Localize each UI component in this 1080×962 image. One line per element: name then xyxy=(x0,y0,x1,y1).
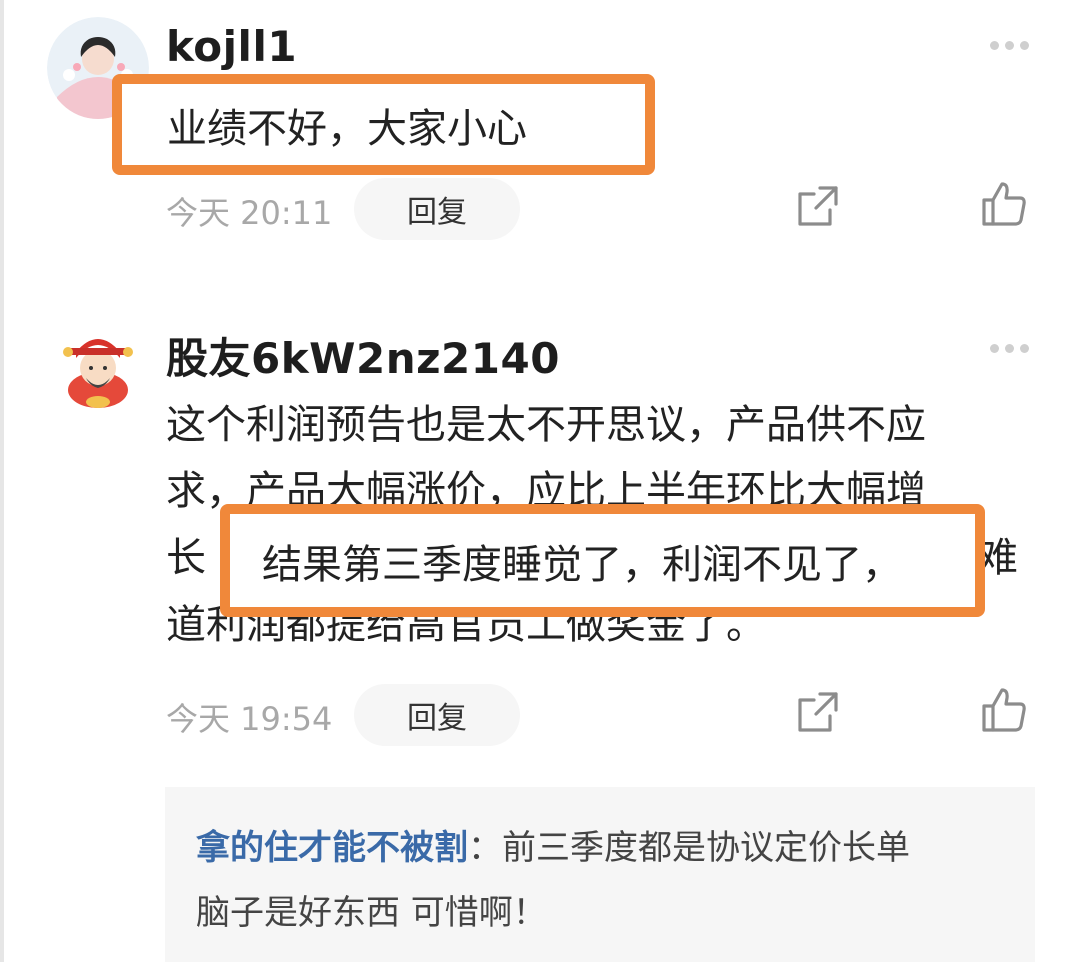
like-icon[interactable] xyxy=(980,686,1028,734)
comment-text: 业绩不好，大家小心 xyxy=(167,105,527,152)
sub-reply-separator: ： xyxy=(468,828,502,868)
comment-time: 今天 20:11 xyxy=(166,194,333,232)
more-icon[interactable] xyxy=(990,41,1029,50)
sub-reply-author[interactable]: 拿的住才能不被割 xyxy=(196,828,468,868)
sub-reply-text: 前三季度都是协议定价长单 xyxy=(502,828,910,868)
more-icon[interactable] xyxy=(990,344,1029,353)
share-icon[interactable] xyxy=(796,690,840,734)
comment-text-fragment: 长 xyxy=(166,535,206,581)
share-icon[interactable] xyxy=(796,184,840,228)
comment-text-line: 长 xyxy=(166,533,206,583)
comment-username[interactable]: 股友6kW2nz2140 xyxy=(166,325,560,386)
comment-text-highlight: 结果第三季度睡觉了，利润不见了， xyxy=(262,541,902,588)
left-edge-divider xyxy=(0,0,4,962)
sub-reply-panel[interactable] xyxy=(165,787,1035,962)
sub-reply-line: 脑子是好东西 可惜啊！ xyxy=(196,893,547,933)
sub-reply-line: 拿的住才能不被割：前三季度都是协议定价长单 xyxy=(196,820,910,869)
highlight-box: 业绩不好，大家小心 xyxy=(112,74,655,175)
reply-button[interactable]: 回复 xyxy=(354,178,520,240)
comment-username[interactable]: kojll1 xyxy=(166,22,297,71)
highlight-box: 结果第三季度睡觉了，利润不见了， xyxy=(220,504,985,617)
like-icon[interactable] xyxy=(980,180,1028,228)
reply-button[interactable]: 回复 xyxy=(354,684,520,746)
comment-time: 今天 19:54 xyxy=(166,700,333,738)
avatar[interactable] xyxy=(62,330,134,410)
comment-text-line: 这个利润预告也是太不开思议，产品供不应 xyxy=(166,402,926,448)
